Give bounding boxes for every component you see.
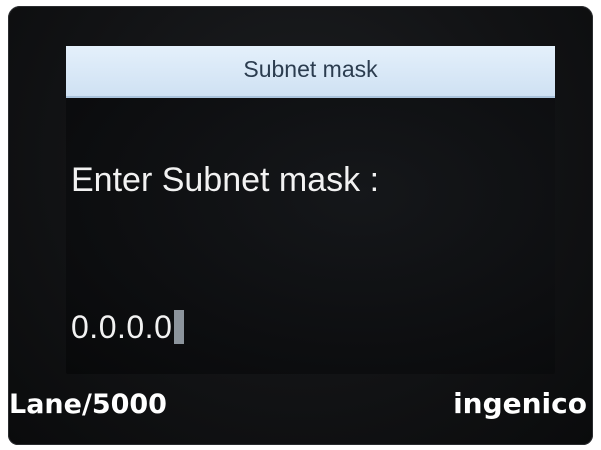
terminal-screen: Subnet mask Enter Subnet mask : 0.0.0.0 <box>66 46 555 374</box>
screen-title-bar: Subnet mask <box>66 46 555 98</box>
subnet-mask-value[interactable]: 0.0.0.0 <box>71 309 172 346</box>
device-model-label: Lane/5000 <box>9 389 167 420</box>
input-prompt-label: Enter Subnet mask : <box>71 161 380 199</box>
text-cursor <box>174 310 185 344</box>
ingenico-logo: ingenico <box>453 387 587 420</box>
screen-title: Subnet mask <box>243 55 378 82</box>
subnet-mask-input[interactable]: 0.0.0.0 <box>71 306 185 348</box>
payment-terminal: Subnet mask Enter Subnet mask : 0.0.0.0 … <box>8 6 593 445</box>
